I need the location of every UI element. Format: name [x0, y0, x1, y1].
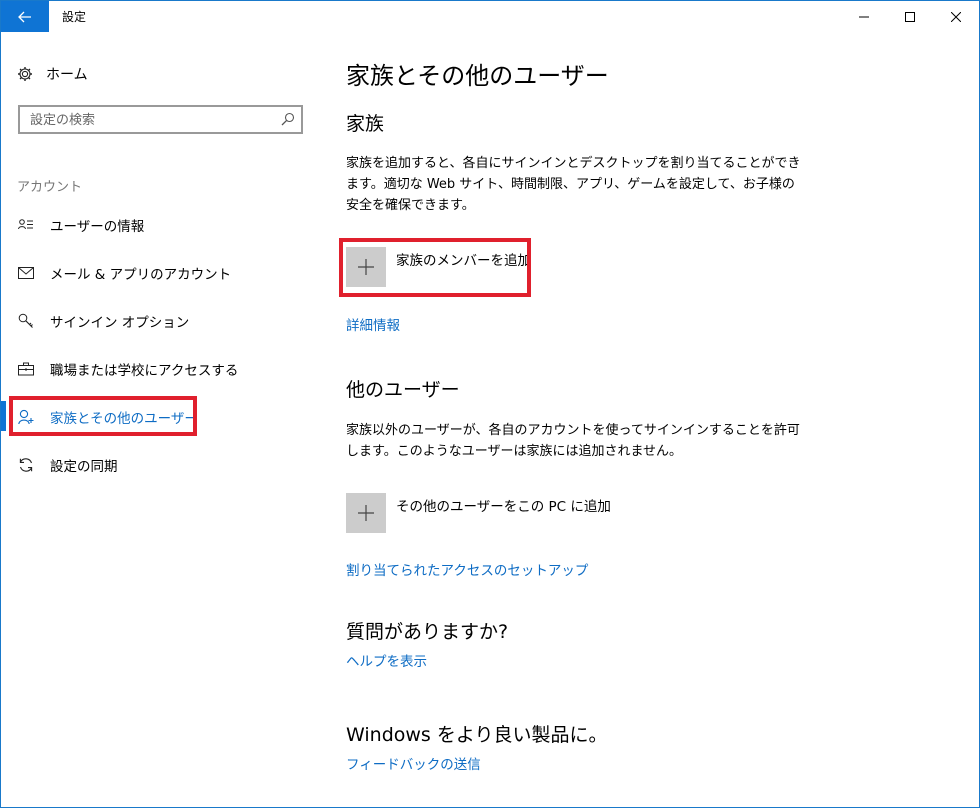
- section-label-account: アカウント: [17, 180, 83, 195]
- window-title: 設定: [62, 10, 87, 24]
- back-button[interactable]: [1, 1, 49, 32]
- search-icon: [281, 112, 295, 126]
- minimize-button[interactable]: [841, 1, 887, 32]
- assigned-access-link[interactable]: 割り当てられたアクセスのセットアップ: [346, 559, 588, 579]
- add-tile: [346, 493, 386, 533]
- title-bar: 設定: [1, 1, 979, 32]
- add-other-user-label: その他のユーザーをこの PC に追加: [396, 499, 611, 515]
- sidebar-item-label: サインイン オプション: [50, 315, 190, 331]
- sync-icon: [17, 456, 35, 474]
- sidebar-item-user-info[interactable]: ユーザーの情報: [17, 213, 144, 237]
- add-other-user-button[interactable]: その他のユーザーをこの PC に追加: [346, 493, 611, 533]
- maximize-icon: [905, 11, 915, 22]
- close-icon: [951, 11, 961, 22]
- sidebar-item-sync-settings[interactable]: 設定の同期: [17, 453, 118, 477]
- feedback-link[interactable]: フィードバックの送信: [346, 753, 481, 773]
- page-title: 家族とその他のユーザー: [346, 62, 609, 90]
- help-link[interactable]: ヘルプを表示: [346, 650, 427, 670]
- sidebar-item-label: ユーザーの情報: [50, 219, 145, 235]
- other-users-description: 家族以外のユーザーが、各自のアカウントを使ってサインインすることを許可します。こ…: [346, 423, 800, 459]
- gear-icon: [18, 67, 32, 81]
- help-heading: 質問がありますか?: [346, 621, 509, 643]
- mail-icon: [17, 264, 35, 282]
- sidebar-item-label: 職場または学校にアクセスする: [50, 363, 239, 379]
- key-icon: [17, 312, 35, 330]
- sidebar-item-mail-accounts[interactable]: メール & アプリのアカウント: [17, 261, 231, 285]
- nav-home-label: ホーム: [46, 67, 88, 83]
- close-button[interactable]: [933, 1, 979, 32]
- feedback-heading: Windows をより良い製品に。: [346, 724, 608, 746]
- user-info-icon: [17, 216, 35, 234]
- highlight-box-add: [339, 238, 531, 297]
- plus-icon: [358, 505, 374, 521]
- search-box[interactable]: [18, 105, 303, 134]
- highlight-box-nav: [9, 396, 197, 436]
- selected-indicator: [1, 401, 6, 431]
- back-arrow-icon: [18, 11, 31, 22]
- nav-home[interactable]: ホーム: [17, 62, 88, 86]
- sidebar-item-sign-in-options[interactable]: サインイン オプション: [17, 309, 189, 333]
- other-users-heading: 他のユーザー: [346, 379, 460, 401]
- family-heading: 家族: [346, 113, 385, 135]
- more-info-link[interactable]: 詳細情報: [346, 314, 400, 334]
- family-description: 家族を追加すると、各自にサインインとデスクトップを割り当てることができます。適切…: [346, 156, 801, 213]
- briefcase-icon: [17, 360, 35, 378]
- search-input[interactable]: [30, 110, 270, 130]
- minimize-icon: [859, 16, 869, 17]
- maximize-button[interactable]: [887, 1, 933, 32]
- sidebar-item-label: 設定の同期: [50, 459, 118, 475]
- sidebar-item-work-school[interactable]: 職場または学校にアクセスする: [17, 357, 238, 381]
- settings-window: 設定 ホーム アカウント: [0, 0, 980, 808]
- sidebar-item-label: メール & アプリのアカウント: [50, 267, 232, 283]
